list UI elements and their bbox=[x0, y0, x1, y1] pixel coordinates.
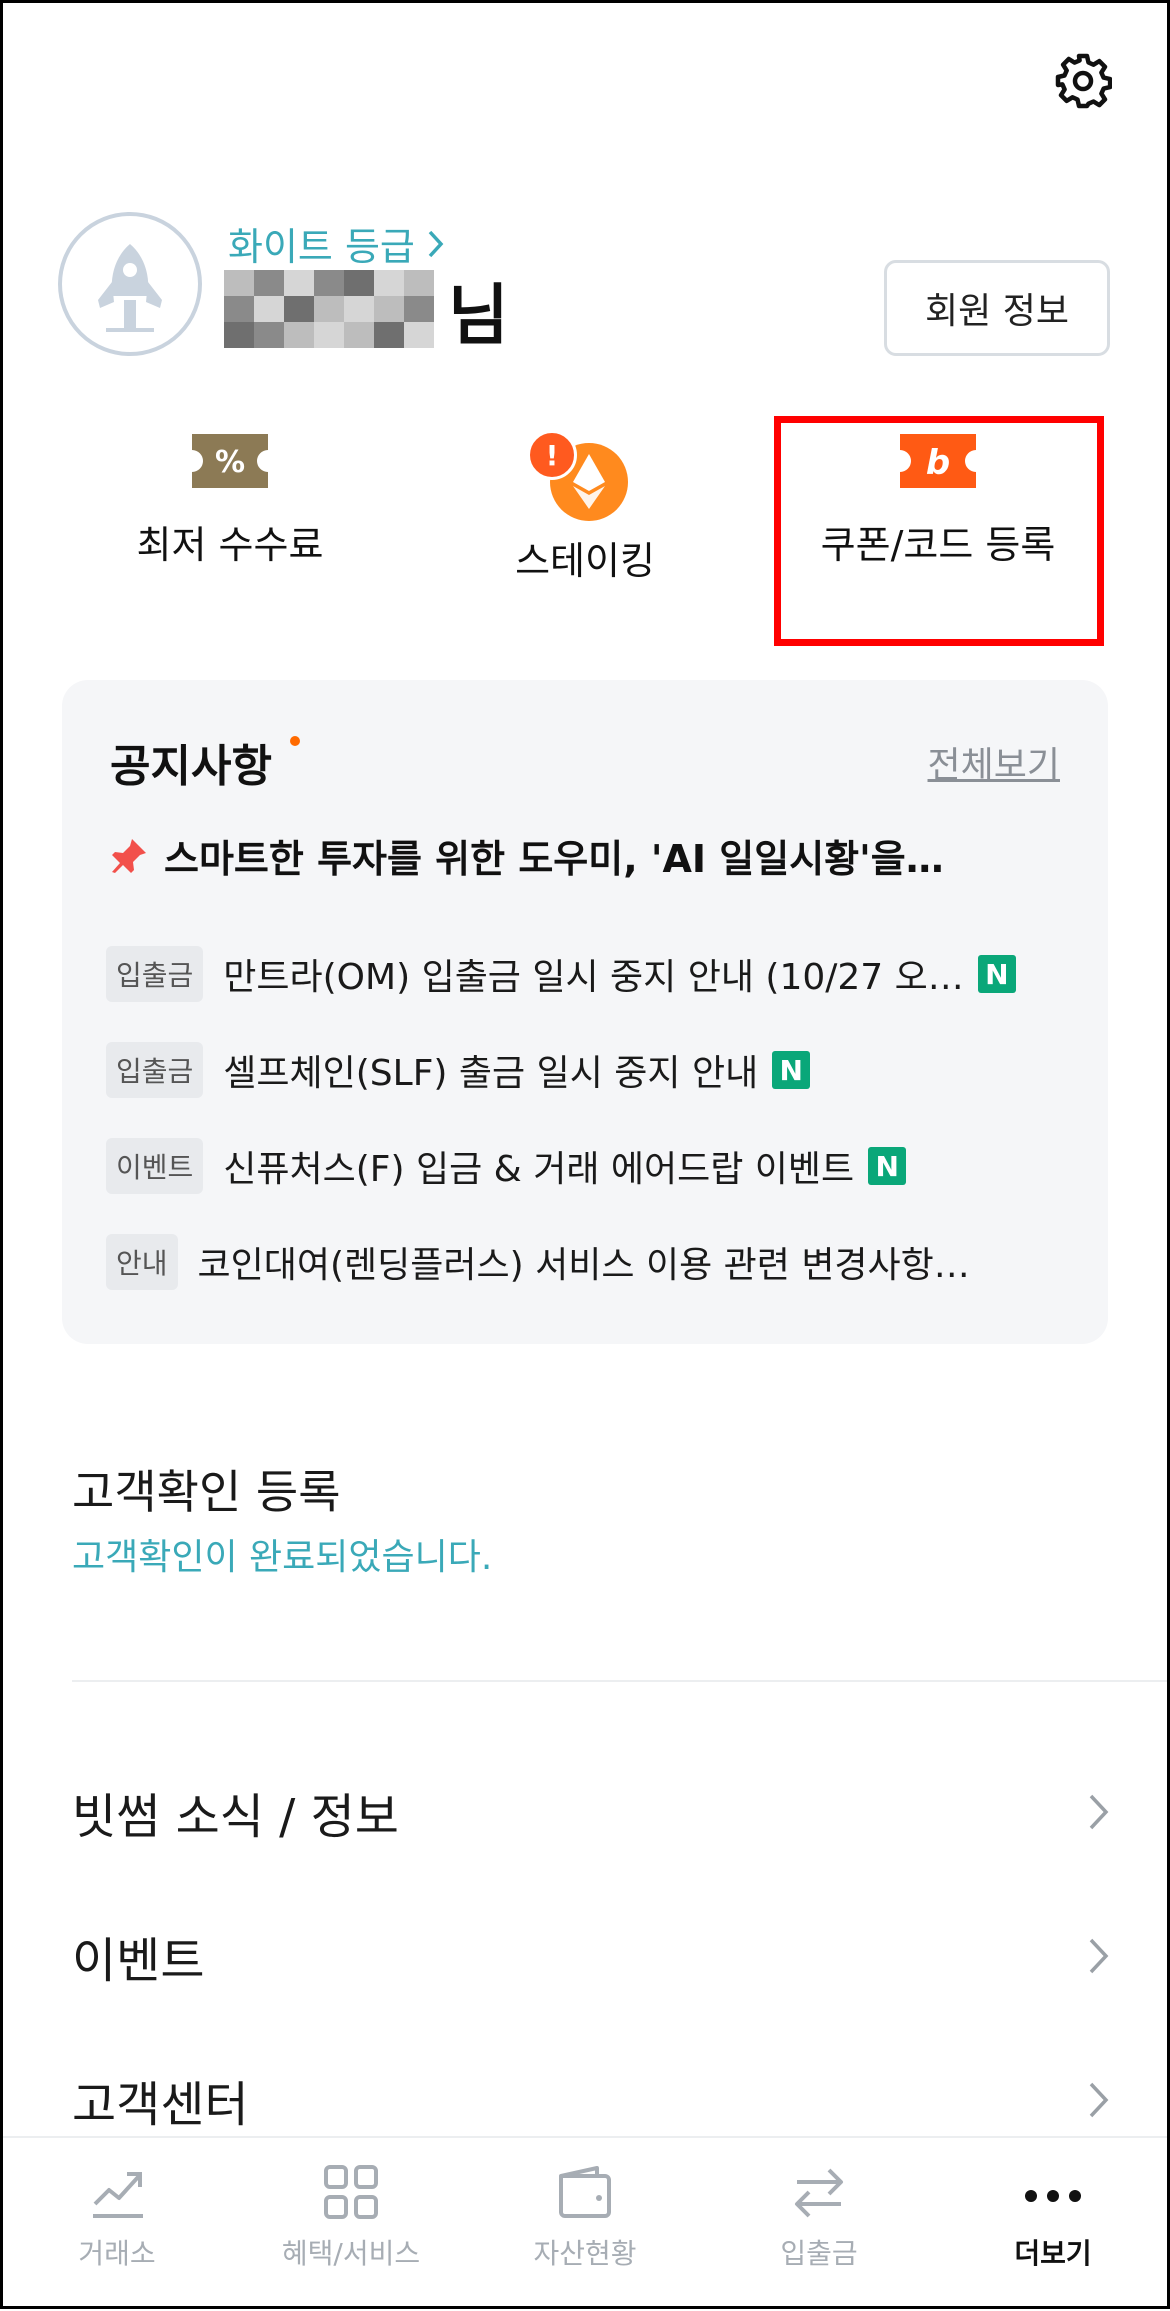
menu-item-support[interactable]: 고객센터 bbox=[72, 2060, 1110, 2140]
percent-ticket-icon: % bbox=[192, 434, 268, 488]
settings-gear-icon[interactable] bbox=[1054, 52, 1113, 110]
kyc-status: 고객확인이 완료되었습니다. bbox=[72, 1537, 493, 1578]
tab-label: 입출금 bbox=[780, 2237, 858, 2270]
chevron-right-icon bbox=[1089, 2082, 1109, 2118]
avatar[interactable] bbox=[58, 212, 202, 356]
divider bbox=[72, 1680, 1170, 1682]
grid-icon bbox=[324, 2165, 378, 2219]
new-badge: N bbox=[977, 955, 1016, 993]
menu-item-label: 이벤트 bbox=[72, 1933, 205, 1989]
tab-deposit-withdraw[interactable]: 입출금 bbox=[702, 2138, 936, 2311]
chevron-right-icon bbox=[1089, 1938, 1109, 1974]
notice-tag: 입출금 bbox=[106, 946, 204, 1002]
quick-action-label: 스테이킹 bbox=[515, 539, 655, 583]
pin-icon bbox=[112, 838, 146, 873]
notice-tag: 이벤트 bbox=[106, 1138, 204, 1194]
more-dots-icon bbox=[1025, 2190, 1081, 2202]
notice-item[interactable]: 이벤트 신퓨처스(F) 입금 & 거래 에어드랍 이벤트 N bbox=[106, 1138, 907, 1194]
notice-text: 신퓨처스(F) 입금 & 거래 에어드랍 이벤트 bbox=[223, 1149, 855, 1190]
quick-action-fee[interactable]: % 최저 수수료 bbox=[80, 430, 380, 569]
chart-trend-icon bbox=[93, 2172, 143, 2218]
new-badge: N bbox=[868, 1147, 907, 1185]
notice-card: 공지사항 전체보기 스마트한 투자를 위한 도우미, 'AI 일일시황'을… 입… bbox=[62, 680, 1108, 1344]
rocket-icon bbox=[98, 244, 162, 332]
tab-benefits[interactable]: 혜택/서비스 bbox=[234, 2138, 468, 2311]
notice-text: 만트라(OM) 입출금 일시 중지 안내 (10/27 오… bbox=[223, 957, 964, 998]
notice-tag: 안내 bbox=[106, 1234, 178, 1290]
tab-assets[interactable]: 자산현황 bbox=[468, 2138, 702, 2311]
staking-alert-badge: ! bbox=[527, 430, 577, 480]
notice-new-dot bbox=[290, 736, 300, 746]
blurred-username bbox=[224, 270, 434, 350]
menu-item-label: 고객센터 bbox=[72, 2077, 249, 2133]
notice-tag: 입출금 bbox=[106, 1042, 204, 1098]
pinned-notice-text: 스마트한 투자를 위한 도우미, 'AI 일일시황'을… bbox=[164, 837, 944, 881]
wallet-icon bbox=[559, 2166, 611, 2218]
kyc-title[interactable]: 고객확인 등록 bbox=[72, 1456, 341, 1522]
user-name: 님 bbox=[224, 262, 509, 358]
tab-exchange[interactable]: 거래소 bbox=[0, 2138, 234, 2311]
menu-item-event[interactable]: 이벤트 bbox=[72, 1916, 1110, 1996]
transfer-arrows-icon bbox=[795, 2168, 843, 2218]
chevron-right-icon bbox=[1089, 1794, 1109, 1830]
menu-item-label: 빗썸 소식 / 정보 bbox=[72, 1789, 399, 1845]
tab-label: 더보기 bbox=[1014, 2237, 1092, 2270]
tab-label: 자산현황 bbox=[533, 2237, 637, 2270]
bottom-tab-bar: 거래소 혜택/서비스 자산현황 입출금 더보기 bbox=[0, 2136, 1170, 2311]
tab-more[interactable]: 더보기 bbox=[936, 2138, 1170, 2311]
notice-title: 공지사항 bbox=[110, 741, 272, 792]
notice-text: 셀프체인(SLF) 출금 일시 중지 안내 bbox=[223, 1053, 759, 1094]
menu-item-news[interactable]: 빗썸 소식 / 정보 bbox=[72, 1772, 1110, 1852]
tab-label: 혜택/서비스 bbox=[281, 2237, 421, 2270]
notice-item[interactable]: 안내 코인대여(렌딩플러스) 서비스 이용 관련 변경사항… bbox=[106, 1234, 970, 1290]
new-badge: N bbox=[772, 1051, 811, 1089]
chevron-right-icon bbox=[428, 230, 444, 257]
notice-item[interactable]: 입출금 만트라(OM) 입출금 일시 중지 안내 (10/27 오… N bbox=[106, 946, 1016, 1002]
quick-action-staking[interactable]: ! 스테이킹 bbox=[435, 430, 735, 585]
notice-item[interactable]: 입출금 셀프체인(SLF) 출금 일시 중지 안내 N bbox=[106, 1042, 811, 1098]
pinned-notice[interactable]: 스마트한 투자를 위한 도우미, 'AI 일일시황'을… bbox=[110, 828, 944, 883]
tab-label: 거래소 bbox=[78, 2237, 156, 2270]
quick-action-label: 최저 수수료 bbox=[136, 523, 324, 567]
notice-text: 코인대여(렌딩플러스) 서비스 이용 관련 변경사항… bbox=[197, 1245, 970, 1286]
svg-text:%: % bbox=[215, 445, 245, 480]
view-all-link[interactable]: 전체보기 bbox=[928, 736, 1060, 788]
coupon-highlight-box bbox=[774, 416, 1104, 646]
member-info-button[interactable]: 회원 정보 bbox=[884, 260, 1110, 356]
name-suffix: 님 bbox=[448, 277, 509, 354]
